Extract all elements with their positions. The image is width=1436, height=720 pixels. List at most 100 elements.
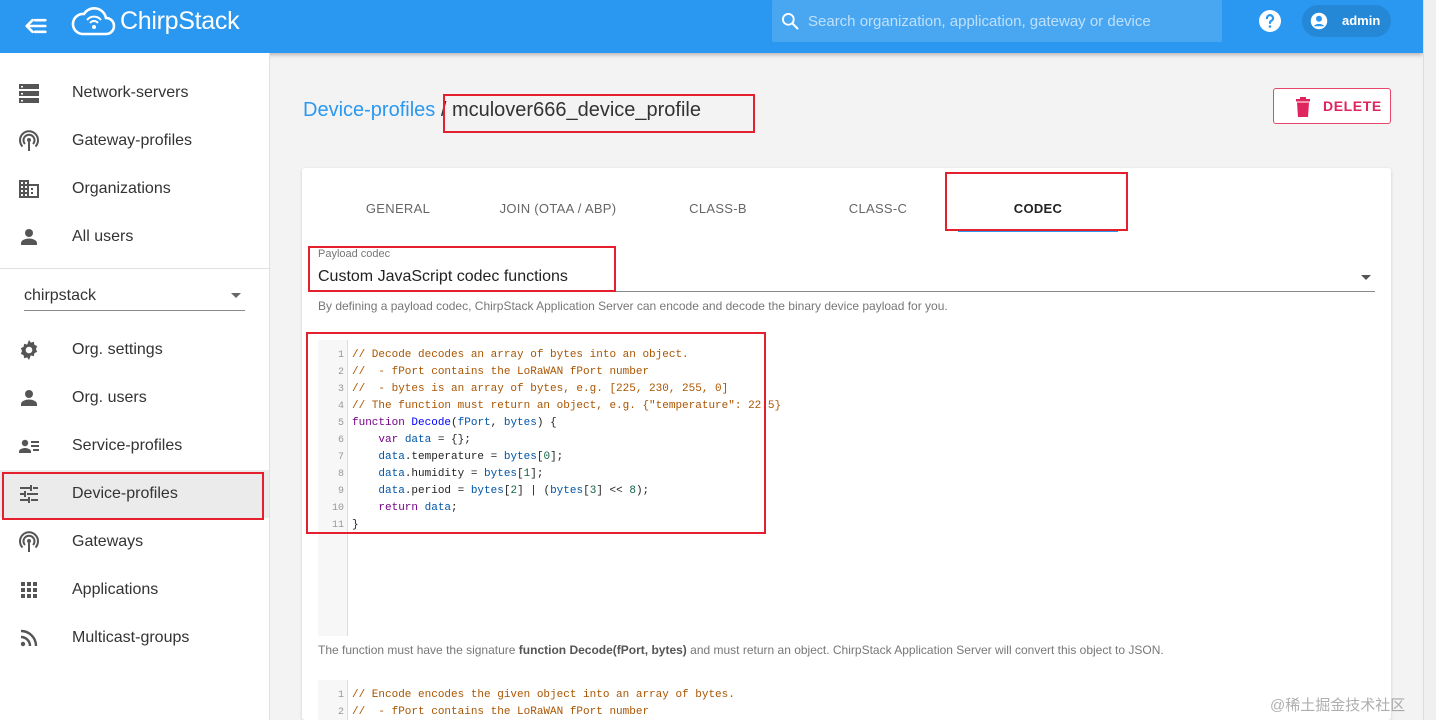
delete-button-label: DELETE — [1323, 98, 1382, 114]
search-bar[interactable] — [772, 0, 1222, 42]
code-line: // - fPort contains the LoRaWAN fPort nu… — [352, 706, 650, 718]
logo[interactable]: ChirpStack — [70, 3, 240, 39]
cloud-logo-icon — [71, 7, 116, 36]
organization-select-value: chirpstack — [24, 287, 97, 304]
code-line: // - bytes is an array of bytes, e.g. [2… — [352, 383, 729, 395]
code-line: // Encode encodes the given object into … — [352, 689, 735, 701]
account-details-icon — [19, 439, 39, 453]
sidebar-item-label: Service-profiles — [72, 437, 183, 454]
sidebar-item-applications[interactable]: Applications — [0, 566, 269, 614]
user-menu-button[interactable]: admin — [1302, 5, 1391, 37]
sidebar-item-label: Org. settings — [72, 341, 163, 358]
help-icon[interactable] — [1258, 9, 1282, 33]
sidebar-item-label: Org. users — [72, 389, 147, 406]
line-number: 9 — [337, 486, 344, 497]
logo-text: ChirpStack — [120, 6, 240, 35]
app-bar: ChirpStack admin — [0, 0, 1423, 53]
page-title: mculover666_device_profile — [451, 99, 701, 121]
sidebar: Network-servers Gateway-profiles Organiz… — [0, 53, 270, 720]
line-number: 8 — [337, 469, 344, 480]
trash-icon — [1296, 97, 1310, 117]
sidebar-divider — [0, 268, 269, 269]
sidebar-item-label: Gateway-profiles — [72, 132, 193, 149]
person-icon — [21, 229, 37, 245]
line-number: 7 — [337, 452, 344, 463]
tab-codec[interactable]: CODEC — [958, 168, 1118, 232]
person-icon — [21, 390, 37, 406]
menu-collapse-icon[interactable] — [22, 12, 50, 40]
decode-signature-note: The function must have the signature fun… — [318, 643, 1164, 657]
sidebar-item-all-users[interactable]: All users — [0, 213, 269, 261]
sidebar-item-label: Applications — [72, 581, 159, 598]
chevron-down-icon — [231, 293, 241, 298]
apps-grid-icon — [21, 582, 37, 598]
sidebar-item-label: Gateways — [72, 533, 144, 550]
domain-icon — [19, 180, 39, 198]
sidebar-item-label: All users — [72, 228, 134, 245]
delete-button[interactable]: DELETE — [1273, 88, 1391, 124]
code-line: // The function must return an object, e… — [352, 400, 782, 412]
line-number: 2 — [337, 367, 344, 378]
payload-codec-helper: By defining a payload codec, ChirpStack … — [318, 299, 948, 313]
page-scrollbar[interactable] — [1423, 0, 1436, 720]
active-tab-indicator — [958, 230, 1118, 232]
sidebar-item-organizations[interactable]: Organizations — [0, 165, 269, 213]
tab-general[interactable]: GENERAL — [318, 168, 478, 232]
tune-icon — [20, 485, 38, 503]
sidebar-item-label: Organizations — [72, 180, 171, 197]
code-line: data.period = bytes[2] | (bytes[3] << 8)… — [378, 485, 650, 497]
line-number: 1 — [337, 350, 344, 361]
code-line: data.humidity = bytes[1]; — [378, 468, 544, 480]
breadcrumb: Device-profiles / mculover666_device_pro… — [303, 99, 701, 122]
code-line: return data; — [378, 502, 458, 514]
sidebar-item-device-profiles[interactable]: Device-profiles — [0, 470, 269, 518]
tab-class-b[interactable]: CLASS-B — [638, 168, 798, 232]
tab-class-c[interactable]: CLASS-C — [798, 168, 958, 232]
search-input[interactable] — [808, 0, 1212, 42]
chevron-down-icon[interactable] — [1361, 275, 1371, 280]
device-profile-form-card: GENERAL JOIN (OTAA / ABP) CLASS-B CLASS-… — [302, 168, 1391, 720]
decode-code-editor[interactable]: 1 // Decode decodes an array of bytes int… — [318, 340, 1375, 636]
line-number: 4 — [337, 401, 344, 412]
breadcrumb-separator: / — [440, 99, 447, 121]
sidebar-item-gateway-profiles[interactable]: Gateway-profiles — [0, 117, 269, 165]
code-line: // - fPort contains the LoRaWAN fPort nu… — [352, 366, 650, 378]
code-line: } — [352, 519, 359, 531]
sidebar-item-org-users[interactable]: Org. users — [0, 374, 269, 422]
encode-code-editor[interactable]: 1 // Encode encodes the given object into… — [318, 680, 1375, 720]
server-icon — [19, 84, 39, 103]
breadcrumb-link-device-profiles[interactable]: Device-profiles — [303, 99, 435, 121]
code-line: function Decode(fPort, bytes) { — [352, 417, 557, 429]
sidebar-item-gateways[interactable]: Gateways — [0, 518, 269, 566]
sidebar-item-org-settings[interactable]: Org. settings — [0, 326, 269, 374]
antenna-icon — [19, 531, 39, 552]
search-icon — [782, 13, 799, 30]
payload-codec-underline — [318, 291, 1375, 292]
gear-icon — [20, 340, 38, 360]
sidebar-item-label: Device-profiles — [72, 485, 178, 502]
sidebar-item-label: Multicast-groups — [72, 629, 190, 646]
sidebar-item-service-profiles[interactable]: Service-profiles — [0, 422, 269, 470]
watermark: @稀土掘金技术社区 — [1270, 697, 1406, 714]
rss-icon — [20, 629, 38, 647]
code-line: // Decode decodes an array of bytes into… — [352, 349, 689, 361]
sidebar-item-label: Network-servers — [72, 84, 189, 101]
organization-select[interactable]: chirpstack — [24, 279, 245, 311]
line-number: 6 — [337, 435, 344, 446]
user-name: admin — [1342, 13, 1381, 28]
line-number: 3 — [337, 384, 344, 395]
sidebar-item-multicast-groups[interactable]: Multicast-groups — [0, 614, 269, 662]
code-line: var data = {}; — [378, 434, 471, 446]
line-number: 1 — [337, 690, 344, 701]
line-number: 2 — [337, 707, 344, 718]
payload-codec-select[interactable]: Custom JavaScript codec functions — [318, 268, 568, 286]
sidebar-item-network-servers[interactable]: Network-servers — [0, 69, 269, 117]
code-line: data.temperature = bytes[0]; — [378, 451, 564, 463]
account-circle-icon — [1310, 12, 1328, 30]
antenna-icon — [19, 130, 39, 151]
tab-join[interactable]: JOIN (OTAA / ABP) — [478, 168, 638, 232]
payload-codec-label: Payload codec — [318, 248, 391, 260]
line-number: 11 — [331, 520, 344, 531]
line-number: 10 — [331, 503, 344, 514]
line-number: 5 — [337, 418, 344, 429]
